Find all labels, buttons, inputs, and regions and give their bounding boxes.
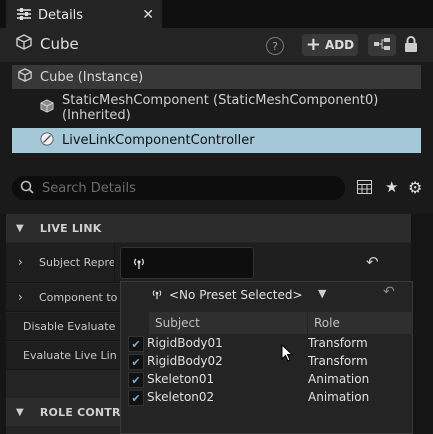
role-cell: Transform bbox=[308, 354, 368, 368]
cube-icon bbox=[18, 68, 32, 86]
column-header-role[interactable]: Role bbox=[308, 312, 413, 334]
table-row[interactable]: ✔ Skeleton01 Animation bbox=[125, 371, 413, 389]
reset-icon[interactable]: ↶ bbox=[383, 284, 395, 300]
subject-cell: Skeleton02 bbox=[147, 390, 215, 404]
livelink-component-icon bbox=[40, 131, 54, 150]
table-view-icon[interactable] bbox=[357, 180, 373, 196]
add-label: ADD bbox=[324, 38, 355, 52]
chevron-down-icon: ▼ bbox=[16, 406, 24, 418]
mouse-cursor-icon bbox=[281, 343, 294, 362]
category-live-link[interactable]: ▼ LIVE LINK bbox=[6, 214, 411, 242]
chevron-down-icon[interactable]: ▼ bbox=[318, 287, 326, 300]
property-label: Evaluate Live Lin bbox=[23, 349, 117, 362]
subject-representation-combo[interactable] bbox=[120, 247, 254, 279]
property-label: Component to bbox=[39, 291, 118, 304]
help-icon[interactable]: ? bbox=[266, 37, 284, 55]
favorites-star-icon[interactable]: ★ bbox=[385, 178, 401, 196]
tab-details[interactable]: Details ✕ bbox=[6, 0, 162, 28]
property-label: Disable Evaluate bbox=[23, 320, 116, 333]
chevron-right-icon[interactable]: › bbox=[18, 290, 23, 304]
table-row[interactable]: ✔ RigidBody01 Transform bbox=[125, 335, 413, 353]
property-label: Subject Repre bbox=[39, 256, 116, 269]
subject-picker-popup: <No Preset Selected> ▼ ↶ Subject Role ✔ … bbox=[120, 281, 413, 434]
livelink-preset-icon bbox=[150, 288, 164, 303]
search-input[interactable]: Search Details bbox=[12, 176, 345, 200]
object-title: Cube bbox=[16, 34, 79, 54]
table-row[interactable]: ✔ RigidBody02 Transform bbox=[125, 353, 413, 371]
tree-item-static-mesh[interactable]: StaticMeshComponent (StaticMeshComponent… bbox=[40, 93, 433, 123]
subject-cell: Skeleton01 bbox=[147, 372, 215, 386]
tree-item-label: StaticMeshComponent (StaticMeshComponent… bbox=[62, 93, 379, 123]
preset-label: <No Preset Selected> bbox=[169, 288, 303, 302]
tree-item-cube-instance[interactable]: Cube (Instance) bbox=[18, 65, 143, 89]
tab-title: Details bbox=[38, 7, 84, 23]
search-icon bbox=[20, 180, 34, 197]
reset-to-default-icon[interactable]: ↶ bbox=[366, 253, 386, 273]
lock-icon[interactable] bbox=[404, 36, 420, 54]
role-cell: Animation bbox=[308, 372, 370, 386]
category-label: LIVE LINK bbox=[39, 221, 102, 235]
blueprint-button[interactable] bbox=[368, 34, 396, 56]
tree-item-label: Cube (Instance) bbox=[40, 69, 144, 85]
object-name: Cube bbox=[40, 35, 79, 53]
hierarchy-icon bbox=[374, 37, 390, 53]
close-icon[interactable]: ✕ bbox=[142, 7, 154, 23]
plus-icon: + bbox=[305, 34, 321, 55]
search-placeholder: Search Details bbox=[42, 180, 136, 196]
livelink-subject-icon bbox=[131, 256, 147, 273]
divider bbox=[114, 243, 115, 283]
chevron-right-icon[interactable]: › bbox=[18, 255, 23, 269]
preset-dropdown[interactable]: <No Preset Selected> bbox=[150, 286, 303, 304]
checkbox[interactable]: ✔ bbox=[128, 372, 144, 388]
tree-item-livelink-controller[interactable]: LiveLinkComponentController bbox=[40, 128, 255, 153]
chevron-down-icon: ▼ bbox=[16, 222, 24, 234]
cube-icon bbox=[16, 34, 32, 54]
role-cell: Animation bbox=[308, 390, 370, 404]
details-icon bbox=[16, 7, 32, 24]
column-header-subject[interactable]: Subject bbox=[149, 312, 307, 334]
settings-gear-icon[interactable]: ⚙ bbox=[408, 178, 426, 197]
static-mesh-icon bbox=[40, 99, 54, 117]
role-cell: Transform bbox=[308, 336, 368, 350]
checkbox[interactable]: ✔ bbox=[128, 354, 144, 370]
tree-item-label: LiveLinkComponentController bbox=[62, 133, 255, 148]
table-row[interactable]: ✔ Skeleton02 Animation bbox=[125, 389, 413, 407]
subject-cell: RigidBody01 bbox=[147, 336, 223, 350]
add-component-button[interactable]: + ADD bbox=[302, 34, 358, 56]
subject-cell: RigidBody02 bbox=[147, 354, 223, 368]
checkbox[interactable]: ✔ bbox=[128, 390, 144, 406]
checkbox[interactable]: ✔ bbox=[128, 336, 144, 352]
